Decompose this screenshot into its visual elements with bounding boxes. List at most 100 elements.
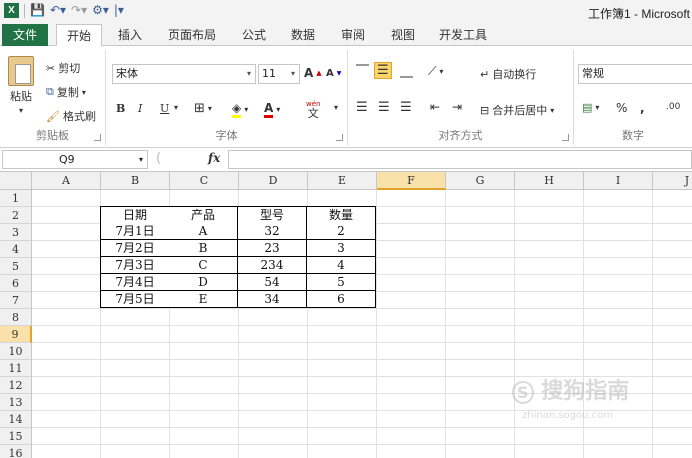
comma-button[interactable]: , xyxy=(640,101,645,115)
italic-button[interactable]: I xyxy=(138,102,142,115)
tab-developer[interactable]: 开发工具 xyxy=(432,24,494,46)
table-cell[interactable]: D xyxy=(169,274,238,291)
underline-dropdown-icon[interactable]: ▾ xyxy=(174,103,178,112)
row-header-12[interactable]: 12 xyxy=(0,377,32,394)
table-header-cell[interactable]: 型号 xyxy=(238,206,307,224)
table-cell[interactable]: 7月3日 xyxy=(100,257,170,274)
table-cell[interactable]: C xyxy=(169,257,238,274)
tab-data[interactable]: 数据 xyxy=(283,24,323,46)
table-cell[interactable]: 5 xyxy=(307,274,376,291)
tab-page-layout[interactable]: 页面布局 xyxy=(160,24,224,46)
tab-file[interactable]: 文件 xyxy=(2,24,48,46)
align-bottom-button[interactable]: ⎽ xyxy=(400,64,413,79)
merge-center-button[interactable]: ⊟ 合并后居中 ▾ xyxy=(480,102,554,118)
tab-view[interactable]: 视图 xyxy=(383,24,423,46)
orientation-button[interactable]: ⟋ ▾ xyxy=(428,64,443,79)
format-painter-button[interactable]: 🖌 格式刷 xyxy=(46,108,96,124)
table-cell[interactable]: 7月1日 xyxy=(100,223,170,240)
table-cell[interactable]: 3 xyxy=(307,240,376,257)
column-header-h[interactable]: H xyxy=(515,172,584,190)
align-right-button[interactable]: ☰ xyxy=(400,100,412,115)
shrink-font-button[interactable]: A ▼ xyxy=(326,68,341,79)
underline-button[interactable]: U xyxy=(160,102,169,115)
row-header-6[interactable]: 6 xyxy=(0,275,32,292)
font-launcher-icon[interactable] xyxy=(336,134,343,141)
phonetic-button[interactable]: wén 文 xyxy=(306,99,320,119)
borders-button[interactable]: ⊞ ▾ xyxy=(194,101,212,116)
tab-review[interactable]: 审阅 xyxy=(333,24,373,46)
table-cell[interactable]: 23 xyxy=(238,240,307,257)
row-header-3[interactable]: 3 xyxy=(0,224,32,241)
table-cell[interactable]: E xyxy=(169,291,238,308)
table-cell[interactable]: 7月2日 xyxy=(100,240,170,257)
row-header-1[interactable]: 1 xyxy=(0,190,32,207)
row-header-16[interactable]: 16 xyxy=(0,445,32,458)
column-header-i[interactable]: I xyxy=(584,172,653,190)
name-box[interactable]: Q9 ▾ xyxy=(2,150,148,169)
excel-app-icon[interactable]: X xyxy=(4,3,19,18)
wrap-text-button[interactable]: ↵ 自动换行 xyxy=(480,66,536,82)
clipboard-launcher-icon[interactable] xyxy=(94,134,101,141)
row-header-8[interactable]: 8 xyxy=(0,309,32,326)
table-cell[interactable]: 34 xyxy=(238,291,307,308)
column-header-a[interactable]: A xyxy=(32,172,101,190)
table-cell[interactable]: 7月5日 xyxy=(100,291,170,308)
fill-color-button[interactable]: ◈ ▾ xyxy=(232,101,248,118)
copy-button[interactable]: ⧉ 复制 ▾ xyxy=(46,84,86,100)
decrease-indent-button[interactable]: ⇤ xyxy=(430,100,440,114)
tab-insert[interactable]: 插入 xyxy=(110,24,150,46)
row-header-2[interactable]: 2 xyxy=(0,207,32,224)
column-header-c[interactable]: C xyxy=(170,172,239,190)
row-header-14[interactable]: 14 xyxy=(0,411,32,428)
row-header-15[interactable]: 15 xyxy=(0,428,32,445)
table-header-cell[interactable]: 产品 xyxy=(169,206,238,224)
increase-decimal-button[interactable]: .00 xyxy=(666,102,680,112)
percent-button[interactable]: % xyxy=(616,101,627,115)
column-header-b[interactable]: B xyxy=(101,172,170,190)
table-header-cell[interactable]: 数量 xyxy=(307,206,376,224)
align-top-button[interactable]: ⎺ xyxy=(356,64,369,79)
table-cell[interactable]: 7月4日 xyxy=(100,274,170,291)
table-header-cell[interactable]: 日期 xyxy=(100,206,170,224)
column-header-j[interactable]: J xyxy=(653,172,692,190)
paste-button[interactable]: 粘贴 ▾ xyxy=(8,56,34,115)
cut-button[interactable]: ✂ 剪切 xyxy=(46,60,80,76)
undo-icon[interactable]: ↶▾ xyxy=(50,3,66,18)
table-cell[interactable]: A xyxy=(169,223,238,240)
align-left-button[interactable]: ☰ xyxy=(356,100,368,115)
align-center-button[interactable]: ☰ xyxy=(378,100,390,115)
increase-indent-button[interactable]: ⇥ xyxy=(452,100,462,114)
table-cell[interactable]: 32 xyxy=(238,223,307,240)
row-header-4[interactable]: 4 xyxy=(0,241,32,258)
formula-input[interactable] xyxy=(228,150,692,169)
table-cell[interactable]: 6 xyxy=(307,291,376,308)
row-header-7[interactable]: 7 xyxy=(0,292,32,309)
row-header-10[interactable]: 10 xyxy=(0,343,32,360)
row-header-5[interactable]: 5 xyxy=(0,258,32,275)
font-name-select[interactable]: 宋体 ▾ xyxy=(112,64,256,84)
alignment-launcher-icon[interactable] xyxy=(562,134,569,141)
grow-font-button[interactable]: A ▲ xyxy=(304,66,322,80)
save-icon[interactable]: 💾 xyxy=(30,3,45,18)
column-header-e[interactable]: E xyxy=(308,172,377,190)
column-header-d[interactable]: D xyxy=(239,172,308,190)
formula-bar-resize-icon[interactable]: ( xyxy=(156,151,161,166)
table-cell[interactable]: B xyxy=(169,240,238,257)
row-header-13[interactable]: 13 xyxy=(0,394,32,411)
qat-menu-icon[interactable]: |▾ xyxy=(114,3,124,18)
table-cell[interactable]: 234 xyxy=(238,257,307,274)
currency-button[interactable]: ▤ ▾ xyxy=(582,101,599,114)
table-cell[interactable]: 54 xyxy=(238,274,307,291)
column-header-f[interactable]: F xyxy=(377,172,446,190)
insert-function-button[interactable]: fx xyxy=(208,151,220,165)
font-size-select[interactable]: 11 ▾ xyxy=(258,64,300,84)
table-cell[interactable]: 4 xyxy=(307,257,376,274)
bold-button[interactable]: B xyxy=(116,102,125,115)
row-header-9[interactable]: 9 xyxy=(0,326,32,343)
customize-icon[interactable]: ⚙▾ xyxy=(92,3,109,18)
row-header-11[interactable]: 11 xyxy=(0,360,32,377)
font-color-button[interactable]: A ▾ xyxy=(264,101,280,118)
number-format-select[interactable]: 常规 xyxy=(578,64,692,84)
tab-home[interactable]: 开始 xyxy=(56,24,102,47)
align-middle-button[interactable]: ☰ xyxy=(374,62,392,79)
